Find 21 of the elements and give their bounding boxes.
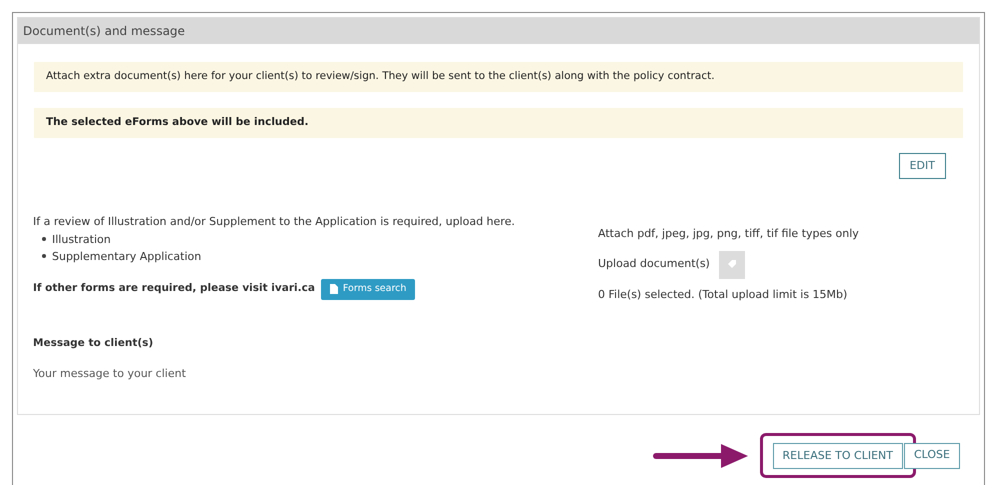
upload-label: Upload document(s) — [598, 256, 710, 272]
upload-status: 0 File(s) selected. (Total upload limit is 15Mb) — [598, 286, 848, 302]
document-icon — [330, 284, 338, 294]
instruction-text: If a review of Illustration and/or Supplement to the Application is required, upload here. — [33, 214, 516, 230]
file-types-note: Attach pdf, jpeg, jpg, png, tiff, tif file types only — [598, 226, 859, 242]
list-item: Supplementary Application — [52, 248, 202, 264]
arrow-icon — [652, 442, 748, 469]
notice-banner: Attach extra document(s) here for your client(s) to review/sign. They will be sent to the client(s) along with the policy contract. — [34, 62, 963, 92]
forms-search-button[interactable]: Forms search — [320, 278, 416, 300]
bullet-icon — [42, 254, 46, 258]
bullet-icon — [42, 237, 46, 241]
message-field[interactable]: Your message to your client — [33, 366, 598, 383]
notice-banner: The selected eForms above will be included. — [34, 108, 963, 138]
panel-header: Document(s) and message — [18, 18, 979, 44]
forms-note: If other forms are required, please visit ivari.ca — [33, 281, 315, 296]
edit-button[interactable]: EDIT — [898, 153, 946, 179]
list-item: Illustration — [52, 232, 111, 248]
message-label: Message to client(s) — [33, 336, 154, 350]
close-button[interactable]: CLOSE — [904, 442, 960, 469]
release-button[interactable]: RELEASE TO CLIENT — [772, 443, 903, 470]
tag-icon — [726, 260, 737, 270]
